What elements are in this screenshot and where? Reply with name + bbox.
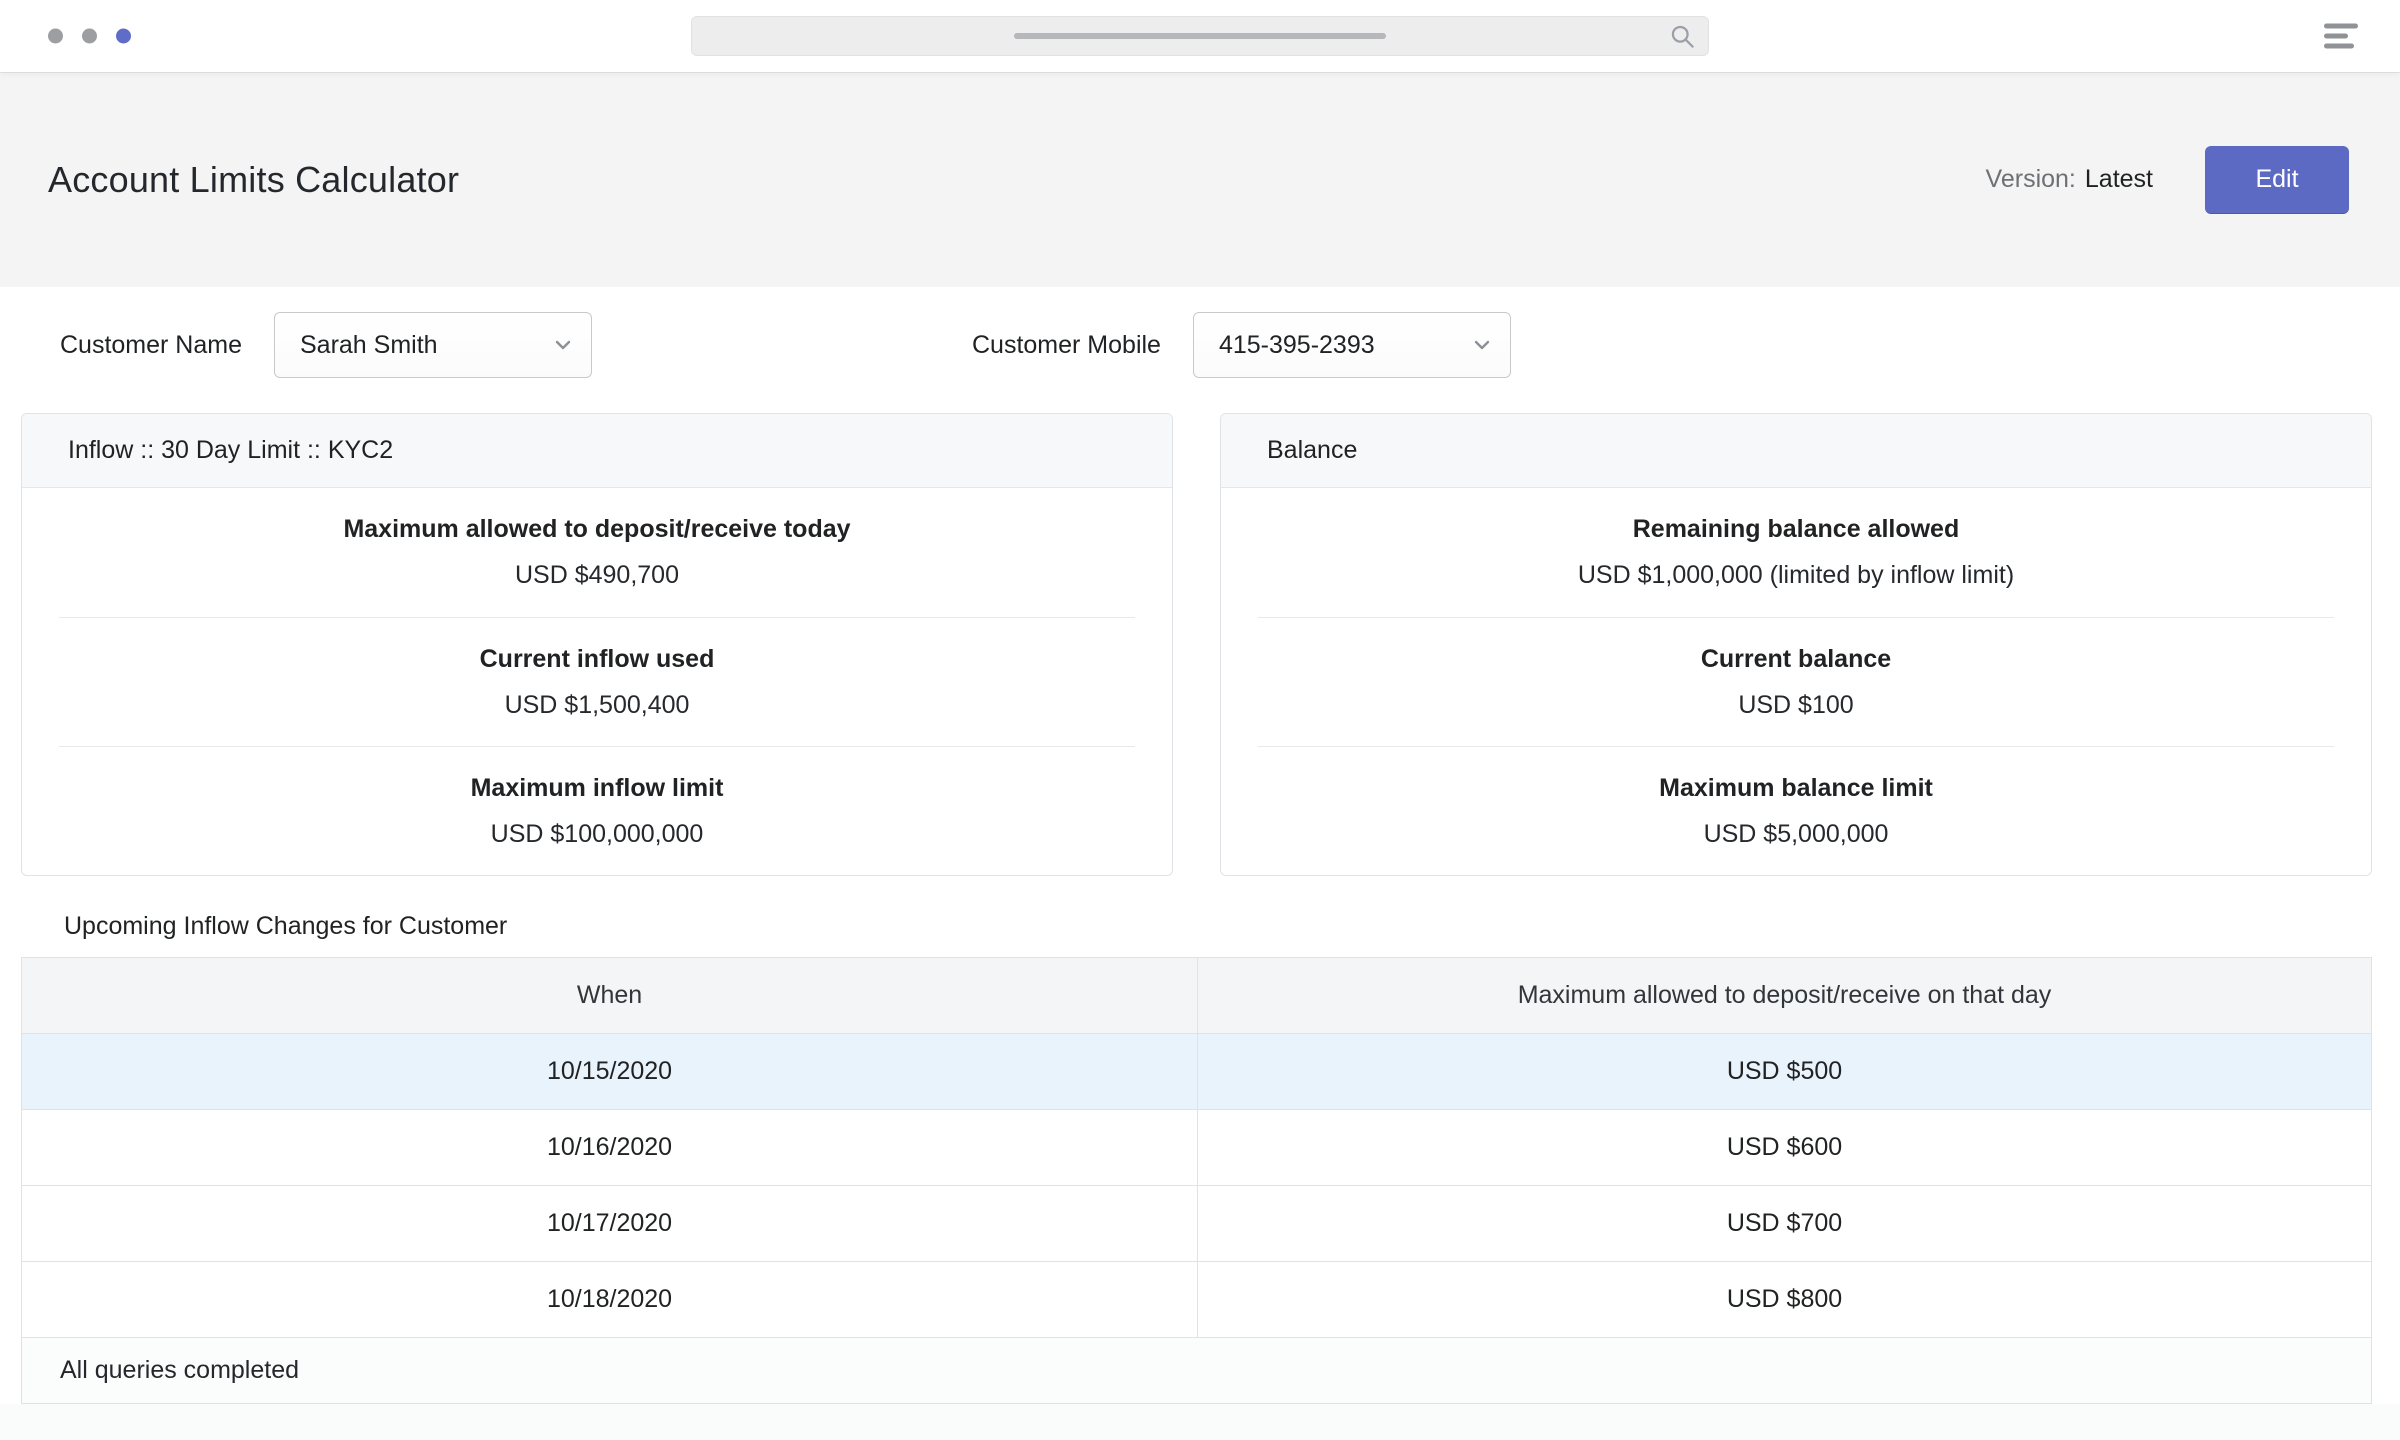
stat-value: USD $1,500,400 [505,691,690,720]
cell-when: 10/15/2020 [22,1033,1198,1109]
cards-row: Inflow :: 30 Day Limit :: KYC2 Maximum a… [21,413,2372,876]
chevron-down-icon [1470,333,1494,357]
stat-value: USD $100,000,000 [491,820,704,849]
filter-row: Customer Name Sarah Smith Customer Mobil… [60,312,2400,378]
main-content: Customer Name Sarah Smith Customer Mobil… [0,287,2400,1404]
menu-icon[interactable] [2324,24,2358,49]
column-header-amount: Maximum allowed to deposit/receive on th… [1198,958,2371,1033]
page-title: Account Limits Calculator [48,159,459,201]
table-row: 10/17/2020 USD $700 [22,1185,2371,1261]
window-dot-3 [116,29,131,44]
stat-value: USD $1,000,000 (limited by inflow limit) [1578,561,2014,590]
customer-mobile-label: Customer Mobile [972,331,1161,360]
upcoming-changes-title: Upcoming Inflow Changes for Customer [64,912,2400,941]
cell-amount: USD $500 [1198,1033,2371,1109]
app-header: Account Limits Calculator Version: Latest… [0,72,2400,287]
stat-label: Maximum inflow limit [471,774,724,803]
search-placeholder-line [1014,33,1386,39]
window-dot-2 [82,29,97,44]
stat-max-deposit-today: Maximum allowed to deposit/receive today… [59,488,1135,617]
table-row: 10/18/2020 USD $800 [22,1261,2371,1337]
customer-name-value: Sarah Smith [300,331,438,360]
customer-mobile-value: 415-395-2393 [1219,331,1375,360]
stat-value: USD $100 [1738,691,1853,720]
cell-amount: USD $800 [1198,1261,2371,1337]
browser-topbar [0,0,2400,72]
stat-value: USD $5,000,000 [1704,820,1889,849]
balance-card: Balance Remaining balance allowed USD $1… [1220,413,2372,876]
version-label: Version: [1986,165,2076,193]
cell-amount: USD $700 [1198,1185,2371,1261]
customer-name-label: Customer Name [60,331,242,360]
stat-value: USD $490,700 [515,561,679,590]
stat-max-inflow-limit: Maximum inflow limit USD $100,000,000 [59,746,1135,875]
table-status-footer: All queries completed [22,1337,2371,1403]
inflow-card-body: Maximum allowed to deposit/receive today… [22,488,1172,875]
cell-when: 10/16/2020 [22,1109,1198,1185]
stat-current-balance: Current balance USD $100 [1258,617,2334,746]
version-value: Latest [2085,165,2153,193]
cell-amount: USD $600 [1198,1109,2371,1185]
inflow-limit-card: Inflow :: 30 Day Limit :: KYC2 Maximum a… [21,413,1173,876]
inflow-card-title: Inflow :: 30 Day Limit :: KYC2 [22,414,1172,488]
balance-card-body: Remaining balance allowed USD $1,000,000… [1221,488,2371,875]
stat-label: Maximum balance limit [1659,774,1933,803]
stat-current-inflow-used: Current inflow used USD $1,500,400 [59,617,1135,746]
table-row: 10/16/2020 USD $600 [22,1109,2371,1185]
edit-button[interactable]: Edit [2205,146,2349,214]
stat-remaining-balance: Remaining balance allowed USD $1,000,000… [1258,488,2334,617]
table-header-row: When Maximum allowed to deposit/receive … [22,958,2371,1033]
stat-max-balance-limit: Maximum balance limit USD $5,000,000 [1258,746,2334,875]
customer-mobile-select[interactable]: 415-395-2393 [1193,312,1511,378]
stat-label: Maximum allowed to deposit/receive today [343,515,850,544]
table-row: 10/15/2020 USD $500 [22,1033,2371,1109]
upcoming-changes-table: When Maximum allowed to deposit/receive … [21,957,2372,1404]
stat-label: Current inflow used [480,645,715,674]
stat-label: Remaining balance allowed [1633,515,1959,544]
version-text: Version: Latest [1986,165,2153,194]
stat-label: Current balance [1701,645,1891,674]
balance-card-title: Balance [1221,414,2371,488]
header-actions: Version: Latest Edit [1986,146,2349,214]
search-input[interactable] [691,16,1709,56]
chevron-down-icon [551,333,575,357]
window-dot-1 [48,29,63,44]
window-dots [48,29,131,44]
cell-when: 10/18/2020 [22,1261,1198,1337]
search-icon [1669,23,1696,50]
column-header-when: When [22,958,1198,1033]
customer-name-select[interactable]: Sarah Smith [274,312,592,378]
cell-when: 10/17/2020 [22,1185,1198,1261]
